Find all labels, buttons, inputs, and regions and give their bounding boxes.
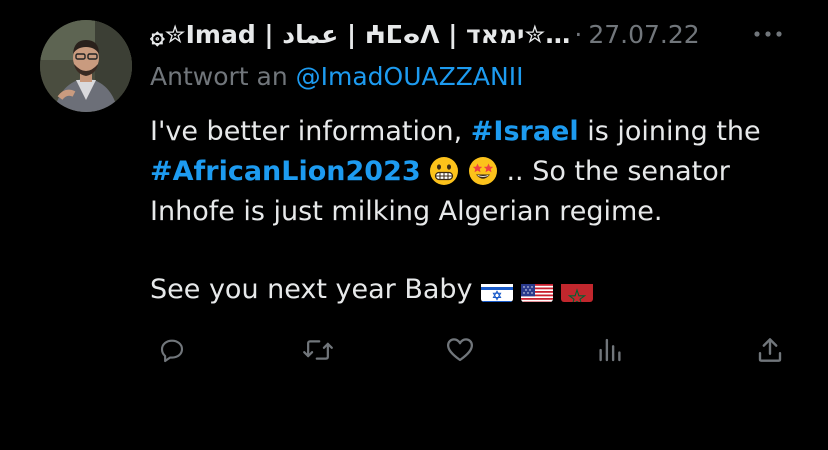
views-icon [595,335,625,369]
tweet-header: ۞✮Imad | عماد | ⵄⵎⴰⴷ | ימאד✮… · 27.07.22 [150,14,790,54]
retweet-button[interactable] [296,330,340,374]
tweet-actions-bar [150,330,790,374]
text-segment: is joining the [578,116,761,147]
reply-icon [157,335,187,369]
hashtag-africanlion-link[interactable]: #AfricanLion2023 [150,156,421,187]
retweet-icon [302,335,334,369]
text-segment: I've better information, [150,116,471,147]
separator-dot: · [574,19,583,49]
tweet-date[interactable]: 27.07.22 [588,20,699,49]
israel-flag-icon [480,279,513,302]
tweet-paragraph-1: I've better information, #Israel is join… [150,112,790,232]
more-options-icon[interactable] [748,14,788,54]
usa-flag-icon [520,279,553,302]
reply-prefix: Antwort an [150,62,288,91]
share-button[interactable] [748,330,792,374]
reply-handle-link[interactable]: @ImadOUAZZANII [296,62,524,91]
share-icon [755,335,785,369]
views-button[interactable] [588,330,632,374]
star-struck-emoji-icon [468,156,498,186]
text-segment: See you next year Baby [150,274,473,305]
tweet[interactable]: ۞✮Imad | عماد | ⵄⵎⴰⴷ | ימאד✮… · 27.07.22… [0,0,828,450]
avatar[interactable] [40,20,132,112]
like-button[interactable] [438,330,482,374]
like-icon [444,335,476,369]
tweet-paragraph-2: See you next year Baby [150,270,790,310]
tweet-text: I've better information, #Israel is join… [150,112,790,310]
morocco-flag-icon [560,279,593,302]
reply-to-line: Antwort an @ImadOUAZZANII [150,62,523,91]
grimacing-face-emoji-icon [429,156,459,186]
display-name[interactable]: ۞✮Imad | عماد | ⵄⵎⴰⴷ | ימאד✮… [150,20,570,49]
hashtag-israel-link[interactable]: #Israel [471,116,579,147]
reply-button[interactable] [150,330,194,374]
